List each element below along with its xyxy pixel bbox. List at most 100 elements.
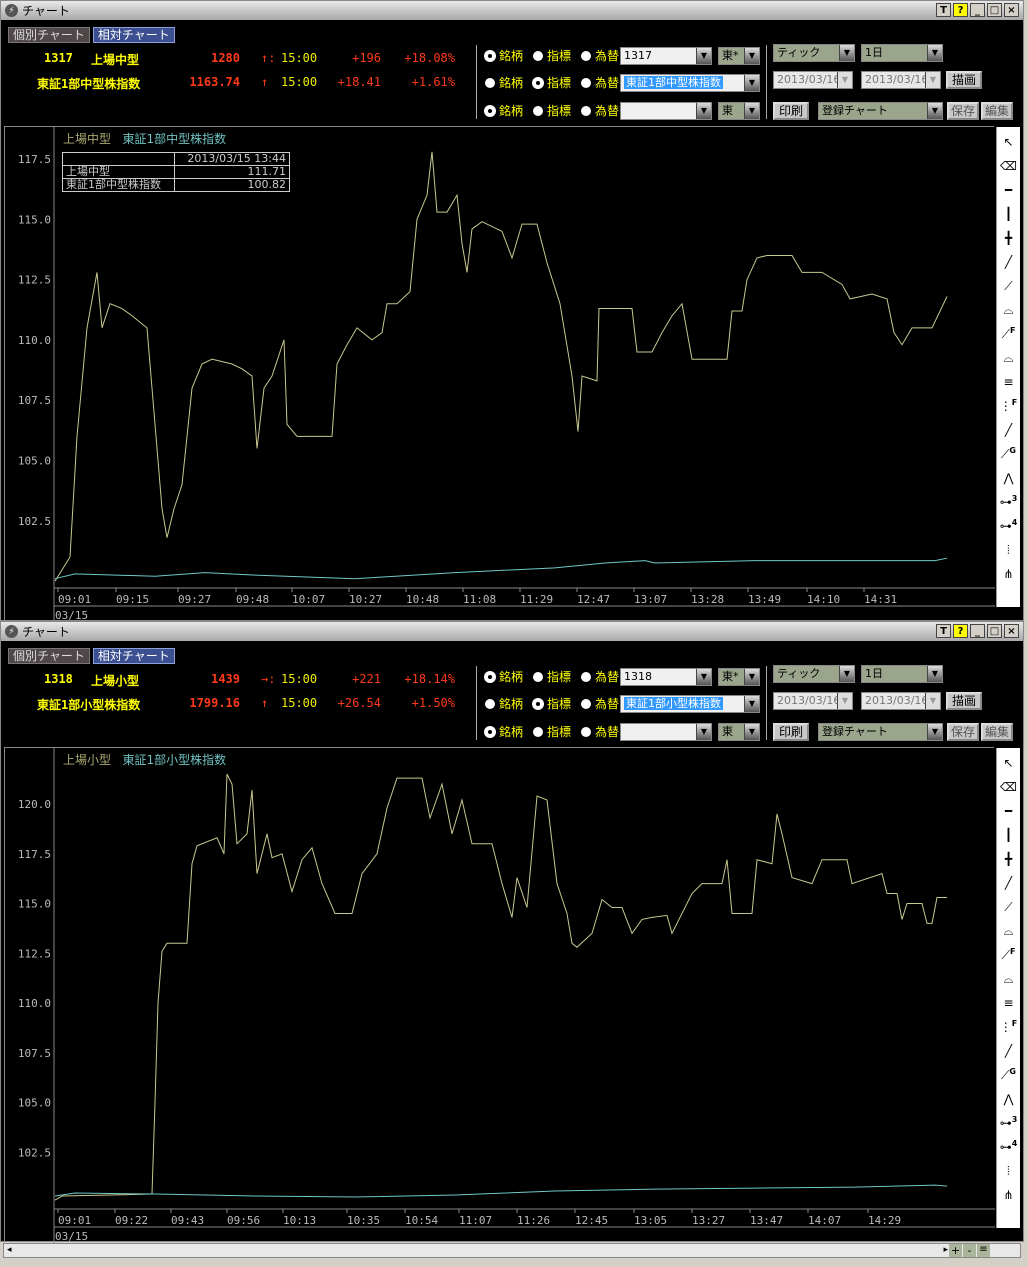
tab-individual-chart[interactable]: 個別チャート <box>8 648 90 664</box>
pointer-icon[interactable]: ↖ <box>1003 127 1013 151</box>
radio-button[interactable] <box>485 77 495 88</box>
dropdown-arrow-icon[interactable]: ▼ <box>744 724 759 740</box>
parallel-lines-icon[interactable]: ≡ <box>1003 988 1013 1012</box>
symbol-combo[interactable]: 東証1部小型株指数 ▼ <box>620 695 760 713</box>
four-point-icon[interactable]: ⊶4 <box>1000 511 1018 535</box>
symbol-combo[interactable]: ▼ <box>620 723 712 741</box>
gann-fan-icon[interactable]: ⟋G <box>1001 439 1016 463</box>
segment-icon[interactable]: ╱ <box>1005 1036 1012 1060</box>
time-zone-icon[interactable]: ⦙ <box>1007 1156 1010 1180</box>
fibonacci-arc-icon[interactable]: ⌓ <box>1004 343 1014 367</box>
close-icon[interactable]: × <box>1004 3 1019 17</box>
date-from-field[interactable]: 2013/03/16 ▼ <box>773 71 853 89</box>
minimize-icon[interactable]: _ <box>970 624 985 638</box>
maximize-icon[interactable]: □ <box>987 624 1002 638</box>
registered-chart-combo[interactable]: 登録チャート ▼ <box>818 102 943 120</box>
dropdown-arrow-icon[interactable]: ▼ <box>927 724 942 740</box>
channel-icon[interactable]: ⋀ <box>1004 463 1014 487</box>
horizontal-scrollbar[interactable]: ◂ ▸ + - ≡ <box>3 1243 1021 1258</box>
andrews-pitchfork-icon[interactable]: ⋔ <box>1003 1180 1013 1204</box>
font-icon[interactable]: T <box>936 624 951 638</box>
symbol-combo[interactable]: 東証1部中型株指数 ▼ <box>620 74 760 92</box>
radio-button[interactable] <box>533 698 544 709</box>
radio-button[interactable] <box>581 50 592 61</box>
dropdown-arrow-icon[interactable]: ▼ <box>927 45 942 61</box>
horizontal-line-icon[interactable]: ━ <box>1005 796 1012 820</box>
radio-button[interactable] <box>581 105 592 116</box>
arc-icon[interactable]: ⌓ <box>1004 916 1014 940</box>
dropdown-arrow-icon[interactable]: ▼ <box>839 666 854 682</box>
draw-button[interactable]: 描画 <box>946 71 983 89</box>
scroll-right-icon[interactable]: ▸ <box>943 1245 948 1255</box>
price-chart[interactable]: 120.0 117.5 115.0 112.5 110.0 107.5 105.0 102.5… <box>5 748 995 1243</box>
dropdown-arrow-icon[interactable]: ▼ <box>696 103 711 119</box>
radio-button[interactable] <box>533 105 544 116</box>
radio-button[interactable] <box>581 77 592 88</box>
dropdown-arrow-icon[interactable]: ▼ <box>744 103 759 119</box>
zoom-in-icon[interactable]: + <box>949 1244 962 1257</box>
dropdown-arrow-icon[interactable]: ▼ <box>696 669 711 685</box>
market-combo[interactable]: 東* ▼ <box>718 668 760 686</box>
zoom-out-icon[interactable]: - <box>963 1244 976 1257</box>
radio-button[interactable] <box>485 698 495 709</box>
dropdown-arrow-icon[interactable]: ▼ <box>927 103 942 119</box>
cross-line-icon[interactable]: ╋ <box>1005 223 1012 247</box>
scroll-left-icon[interactable]: ◂ <box>7 1245 12 1255</box>
fibonacci-fan-icon[interactable]: ⟋F <box>1002 940 1016 964</box>
pointer-icon[interactable]: ↖ <box>1003 748 1013 772</box>
andrews-pitchfork-icon[interactable]: ⋔ <box>1003 559 1013 583</box>
symbol-combo[interactable]: 1318 ▼ <box>620 668 712 686</box>
list-icon[interactable]: ≡ <box>977 1244 990 1257</box>
save-button[interactable]: 保存 <box>947 723 980 741</box>
maximize-icon[interactable]: □ <box>987 3 1002 17</box>
span-combo[interactable]: 1日 ▼ <box>861 665 943 683</box>
eraser-icon[interactable]: ⌫ <box>1000 772 1017 796</box>
draw-button[interactable]: 描画 <box>946 692 983 710</box>
radio-button[interactable] <box>533 726 544 737</box>
parallel-lines-icon[interactable]: ≡ <box>1003 367 1013 391</box>
dropdown-arrow-icon[interactable]: ▼ <box>744 75 759 91</box>
dropdown-arrow-icon[interactable]: ▼ <box>837 693 852 709</box>
four-point-icon[interactable]: ⊶4 <box>1000 1132 1018 1156</box>
tab-individual-chart[interactable]: 個別チャート <box>8 27 90 43</box>
tab-relative-chart[interactable]: 相対チャート <box>92 27 175 43</box>
price-chart[interactable]: 117.5 115.0 112.5 110.0 107.5 105.0 102.5 09:01… <box>5 127 995 622</box>
trend-line-icon[interactable]: ╱ <box>1005 868 1012 892</box>
radio-button[interactable] <box>533 50 544 61</box>
chart-area[interactable]: 120.0 117.5 115.0 112.5 110.0 107.5 105.0 102.5… <box>4 747 995 1243</box>
dropdown-arrow-icon[interactable]: ▼ <box>696 48 711 64</box>
save-button[interactable]: 保存 <box>947 102 980 120</box>
close-icon[interactable]: × <box>1004 624 1019 638</box>
market-combo[interactable]: 東* ▼ <box>718 47 760 65</box>
dropdown-arrow-icon[interactable]: ▼ <box>744 48 759 64</box>
dropdown-arrow-icon[interactable]: ▼ <box>696 724 711 740</box>
radio-button[interactable] <box>485 726 495 737</box>
three-point-icon[interactable]: ⊶3 <box>1000 1108 1018 1132</box>
time-zone-icon[interactable]: ⦙ <box>1007 535 1010 559</box>
date-from-field[interactable]: 2013/03/16 ▼ <box>773 692 853 710</box>
arc-icon[interactable]: ⌓ <box>1004 295 1014 319</box>
edit-button[interactable]: 編集 <box>981 723 1014 741</box>
period-combo[interactable]: ティック ▼ <box>773 665 855 683</box>
dropdown-arrow-icon[interactable]: ▼ <box>839 45 854 61</box>
print-button[interactable]: 印刷 <box>773 723 810 741</box>
channel-icon[interactable]: ⋀ <box>1004 1084 1014 1108</box>
eraser-icon[interactable]: ⌫ <box>1000 151 1017 175</box>
fibonacci-time-icon[interactable]: ⋮F <box>1000 391 1017 415</box>
fibonacci-arc-icon[interactable]: ⌓ <box>1004 964 1014 988</box>
dropdown-arrow-icon[interactable]: ▼ <box>925 72 940 88</box>
radio-button[interactable] <box>533 77 544 88</box>
dropdown-arrow-icon[interactable]: ▼ <box>744 669 759 685</box>
fibonacci-time-icon[interactable]: ⋮F <box>1000 1012 1017 1036</box>
vertical-line-icon[interactable]: ┃ <box>1005 199 1012 223</box>
span-combo[interactable]: 1日 ▼ <box>861 44 943 62</box>
fan-icon[interactable]: ⟋ <box>1004 892 1012 916</box>
market-combo[interactable]: 東 ▼ <box>718 723 760 741</box>
radio-button[interactable] <box>485 671 495 682</box>
radio-button[interactable] <box>581 671 592 682</box>
help-icon[interactable]: ? <box>953 3 968 17</box>
period-combo[interactable]: ティック ▼ <box>773 44 855 62</box>
dropdown-arrow-icon[interactable]: ▼ <box>927 666 942 682</box>
dropdown-arrow-icon[interactable]: ▼ <box>837 72 852 88</box>
segment-icon[interactable]: ╱ <box>1005 415 1012 439</box>
